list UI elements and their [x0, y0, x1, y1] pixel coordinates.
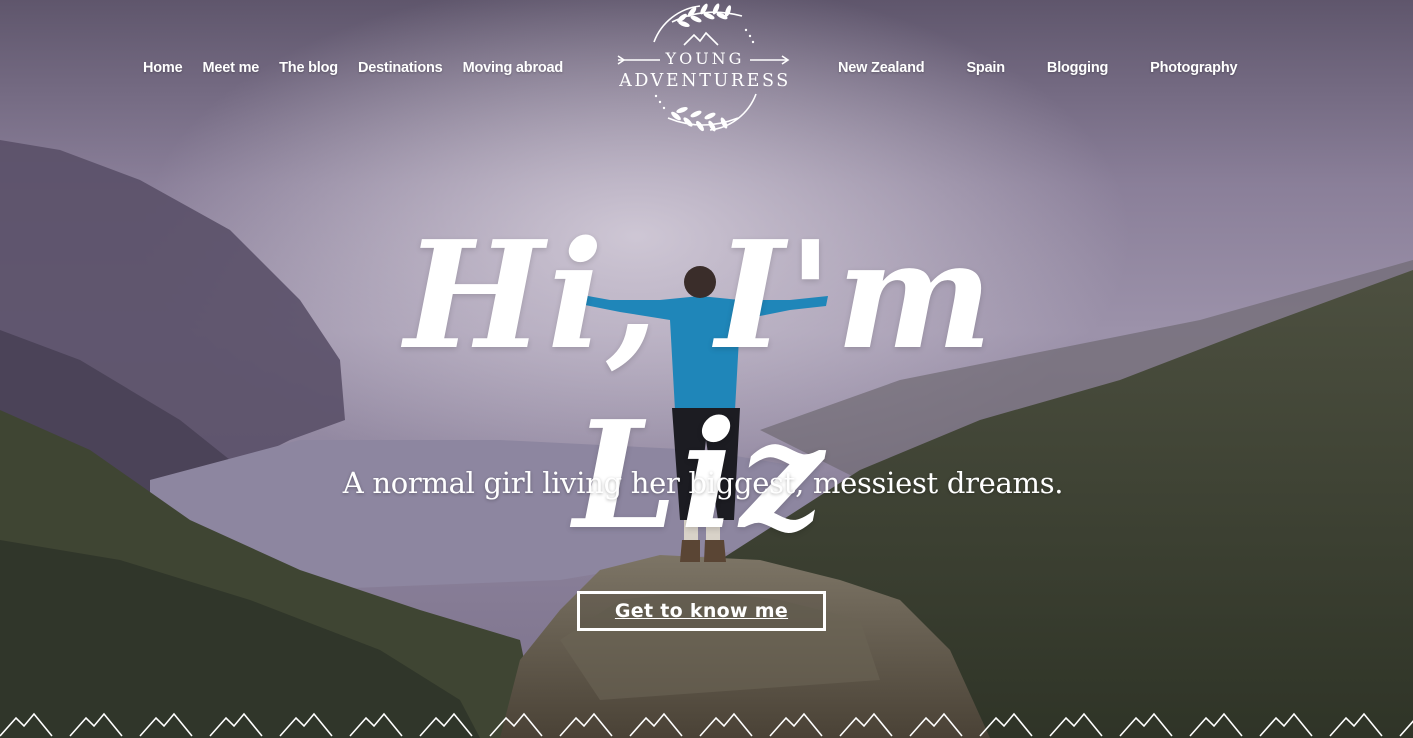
mountain-pattern-icon: [559, 712, 613, 737]
mountain-pattern-icon: [629, 712, 683, 737]
nav-destinations[interactable]: Destinations: [358, 60, 443, 76]
nav-spain[interactable]: Spain: [966, 60, 1005, 76]
mountain-pattern-icon: [979, 712, 1033, 737]
mountain-pattern-icon: [699, 712, 753, 737]
mountain-pattern-icon: [1329, 712, 1383, 737]
nav-moving-abroad[interactable]: Moving abroad: [463, 60, 564, 76]
secondary-nav: New Zealand Spain Blogging Photography: [838, 58, 1279, 78]
hero-title: Hi, I'm Liz: [404, 208, 996, 562]
mountain-pattern-icon: [489, 712, 543, 737]
mountain-pattern-divider: [0, 712, 1413, 737]
laurel-arrow-mountain-logo-icon: [617, 3, 790, 132]
mountain-pattern-icon: [279, 712, 333, 737]
hero-section: Home Meet me The blog Destinations Movin…: [0, 0, 1413, 738]
mountain-pattern-icon: [1049, 712, 1103, 737]
mountain-pattern-icon: [909, 712, 963, 737]
site-logo[interactable]: YOUNG ADVENTURESS: [610, 0, 800, 140]
get-to-know-me-button[interactable]: Get to know me: [577, 591, 826, 631]
nav-photography[interactable]: Photography: [1150, 60, 1237, 76]
nav-home[interactable]: Home: [143, 60, 183, 76]
nav-the-blog[interactable]: The blog: [279, 60, 338, 76]
mountain-pattern-icon: [839, 712, 893, 737]
mountain-pattern-icon: [1259, 712, 1313, 737]
mountain-pattern-icon: [0, 712, 53, 737]
mountain-pattern-icon: [349, 712, 403, 737]
mountain-pattern-icon: [69, 712, 123, 737]
logo-line-adventuress: ADVENTURESS: [619, 71, 791, 91]
nav-blogging[interactable]: Blogging: [1047, 60, 1108, 76]
mountain-pattern-icon: [1399, 720, 1413, 737]
mountain-pattern-icon: [769, 712, 823, 737]
mountain-pattern-icon: [1189, 712, 1243, 737]
mountain-pattern-icon: [419, 712, 473, 737]
mountain-pattern-icon: [139, 712, 193, 737]
mountain-pattern-icon: [1119, 712, 1173, 737]
hero-tagline: A normal girl living her biggest, messie…: [342, 466, 1064, 500]
nav-new-zealand[interactable]: New Zealand: [838, 60, 925, 76]
nav-meet-me[interactable]: Meet me: [203, 60, 260, 76]
mountain-pattern-icon: [209, 712, 263, 737]
logo-line-young: YOUNG: [665, 49, 745, 68]
primary-nav: Home Meet me The blog Destinations Movin…: [143, 58, 583, 78]
